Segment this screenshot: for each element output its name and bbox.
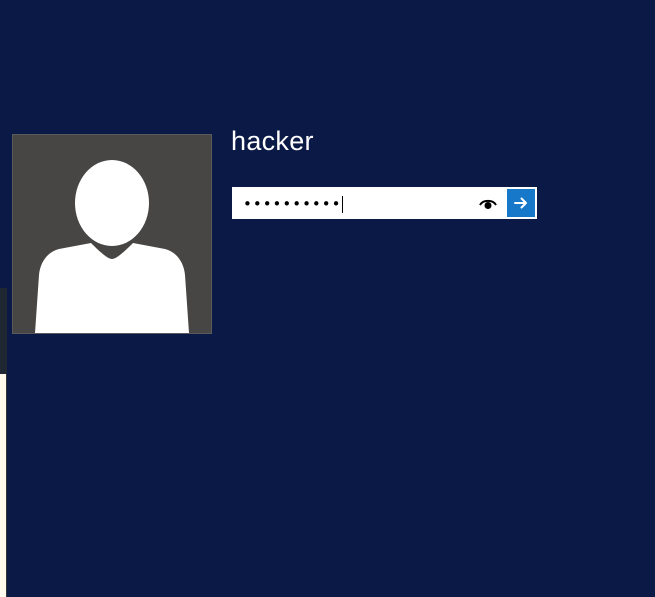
password-input[interactable]: ••••••••••	[243, 194, 344, 214]
arrow-right-icon	[514, 197, 527, 209]
background-window-edge-light	[0, 374, 7, 597]
background-window-edge	[0, 288, 7, 374]
user-avatar	[12, 134, 212, 334]
submit-button[interactable]	[507, 189, 535, 217]
username-label: hacker	[231, 126, 314, 156]
text-caret	[342, 196, 344, 213]
reveal-password-button[interactable]	[477, 193, 499, 215]
password-masked-value: ••••••••••	[243, 195, 342, 213]
lock-screen: hacker ••••••••••	[0, 0, 655, 597]
password-field[interactable]: ••••••••••	[232, 187, 537, 219]
user-silhouette-icon	[35, 160, 189, 333]
eye-icon	[479, 199, 497, 209]
